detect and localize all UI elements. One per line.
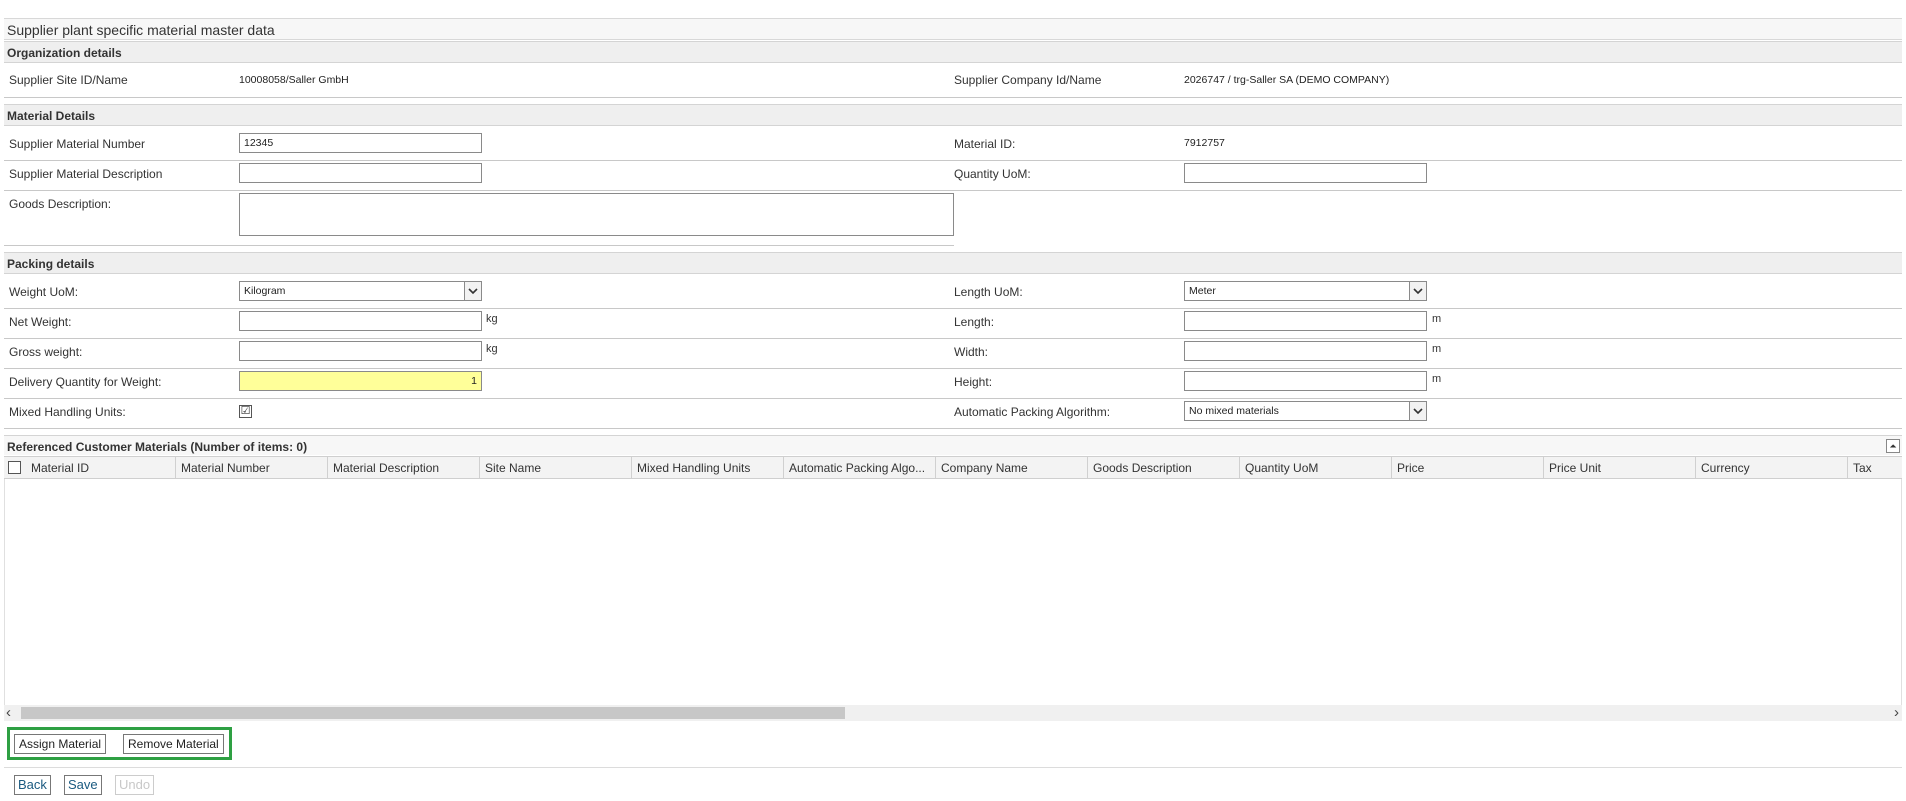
width-unit: m [1432, 343, 1442, 355]
material-actions-group: Assign Material Remove Material [7, 727, 232, 760]
supplier-company-value: 2026747 / trg-Saller SA (DEMO COMPANY) [1184, 74, 1390, 86]
chevron-down-icon[interactable] [1409, 402, 1426, 420]
weight-uom-select[interactable]: Kilogram [239, 281, 482, 301]
divider [4, 190, 1902, 191]
referenced-materials-grid-header: Material ID Material Number Material Descr… [4, 456, 1902, 479]
length-unit: m [1432, 313, 1442, 325]
divider [4, 308, 1902, 309]
automatic-packing-algorithm-select[interactable]: No mixed materials [1184, 401, 1427, 421]
page-title-bar: Supplier plant specific material master … [4, 18, 1902, 40]
referenced-materials-header: Referenced Customer Materials (Number of… [4, 435, 1902, 455]
section-material-details: Material Details [4, 104, 1902, 126]
chevron-down-icon[interactable] [464, 282, 481, 300]
divider [4, 97, 1902, 98]
net-weight-label: Net Weight: [9, 315, 72, 329]
height-unit: m [1432, 373, 1442, 385]
net-weight-input[interactable] [239, 311, 482, 331]
divider [4, 245, 954, 246]
divider [4, 160, 1902, 161]
collapse-icon[interactable]: ⏶ [1886, 439, 1900, 453]
delivery-quantity-input[interactable]: 1 [239, 371, 482, 391]
quantity-uom-label: Quantity UoM: [954, 167, 1031, 181]
supplier-site-label: Supplier Site ID/Name [9, 73, 128, 87]
divider [4, 767, 1902, 768]
column-header[interactable]: Company Name [935, 457, 1087, 478]
net-weight-unit: kg [486, 313, 498, 325]
supplier-material-description-input[interactable] [239, 163, 482, 183]
weight-uom-selected: Kilogram [244, 285, 286, 297]
goods-description-textarea[interactable] [239, 193, 954, 236]
scrollbar-thumb[interactable] [21, 707, 845, 719]
section-organization-details: Organization details [4, 41, 1902, 63]
material-id-label: Material ID: [954, 137, 1016, 151]
width-label: Width: [954, 345, 989, 359]
height-input[interactable] [1184, 371, 1427, 391]
supplier-company-label: Supplier Company Id/Name [954, 73, 1102, 87]
height-label: Height: [954, 375, 993, 389]
material-id-value: 7912757 [1184, 137, 1225, 149]
column-header[interactable]: Price [1391, 457, 1543, 478]
length-uom-label: Length UoM: [954, 285, 1023, 299]
automatic-packing-algorithm-selected: No mixed materials [1189, 405, 1279, 417]
quantity-uom-input[interactable] [1184, 163, 1427, 183]
weight-uom-label: Weight UoM: [9, 285, 79, 299]
column-header[interactable]: Material Description [327, 457, 479, 478]
length-uom-select[interactable]: Meter [1184, 281, 1427, 301]
mixed-handling-units-label: Mixed Handling Units: [9, 405, 126, 419]
assign-material-button[interactable]: Assign Material [14, 734, 107, 754]
column-header[interactable]: Quantity UoM [1239, 457, 1391, 478]
select-all-checkbox[interactable] [8, 461, 21, 474]
undo-button[interactable]: Undo [115, 775, 155, 795]
goods-description-label: Goods Description: [9, 197, 112, 211]
length-input[interactable] [1184, 311, 1427, 331]
horizontal-scrollbar[interactable]: ‹ › [4, 704, 1902, 721]
referenced-materials-title: Referenced Customer Materials (Number of… [7, 440, 308, 454]
length-label: Length: [954, 315, 995, 329]
page-title: Supplier plant specific material master … [7, 22, 275, 38]
automatic-packing-algorithm-label: Automatic Packing Algorithm: [954, 405, 1111, 419]
width-input[interactable] [1184, 341, 1427, 361]
length-uom-selected: Meter [1189, 285, 1216, 297]
referenced-materials-grid-body [4, 479, 1902, 705]
gross-weight-label: Gross weight: [9, 345, 83, 359]
column-header[interactable]: Automatic Packing Algo... [783, 457, 935, 478]
divider [4, 338, 1902, 339]
supplier-material-number-input[interactable]: 12345 [239, 133, 482, 153]
save-button[interactable]: Save [64, 775, 102, 795]
scroll-right-icon[interactable]: › [1894, 704, 1899, 721]
mixed-handling-units-checkbox[interactable]: ☑ [239, 405, 252, 418]
column-header[interactable]: Tax [1847, 457, 1900, 478]
column-header[interactable]: Material ID [26, 457, 175, 478]
section-packing-details: Packing details [4, 252, 1902, 274]
column-header[interactable]: Goods Description [1087, 457, 1239, 478]
column-header[interactable]: Site Name [479, 457, 631, 478]
supplier-site-value: 10008058/Saller GmbH [239, 74, 349, 86]
gross-weight-unit: kg [486, 343, 498, 355]
column-header[interactable]: Mixed Handling Units [631, 457, 783, 478]
column-header[interactable]: Price Unit [1543, 457, 1695, 478]
delivery-quantity-label: Delivery Quantity for Weight: [9, 375, 162, 389]
gross-weight-input[interactable] [239, 341, 482, 361]
back-button[interactable]: Back [14, 775, 51, 795]
divider [4, 368, 1902, 369]
column-header[interactable]: Material Number [175, 457, 327, 478]
divider [4, 398, 1902, 399]
supplier-material-description-label: Supplier Material Description [9, 167, 163, 181]
chevron-down-icon[interactable] [1409, 282, 1426, 300]
scroll-left-icon[interactable]: ‹ [6, 704, 11, 721]
remove-material-button[interactable]: Remove Material [123, 734, 224, 754]
column-header[interactable]: Currency [1695, 457, 1847, 478]
supplier-material-number-label: Supplier Material Number [9, 137, 146, 151]
divider [4, 428, 1902, 429]
